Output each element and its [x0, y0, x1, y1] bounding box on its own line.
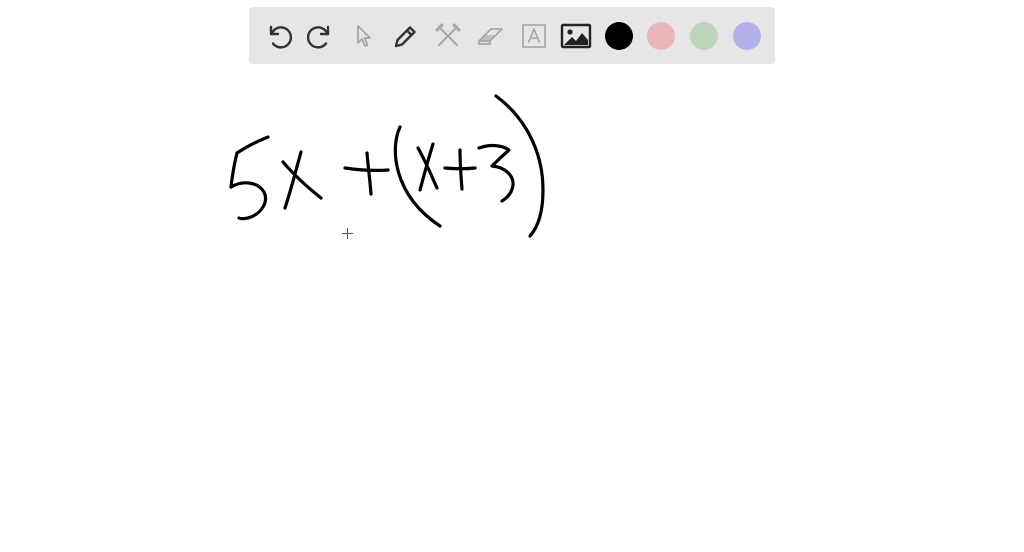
whiteboard-canvas[interactable] [0, 0, 1024, 552]
shapes-tools-icon [435, 23, 461, 46]
text-icon [521, 23, 546, 48]
handwritten-expression-icon [229, 94, 545, 238]
undo-icon [269, 25, 293, 49]
select-pointer-icon [357, 24, 372, 47]
crosshair-cursor-icon [342, 228, 353, 239]
pen-icon [394, 25, 416, 47]
drawing-toolbar [249, 7, 775, 64]
eraser-button[interactable] [471, 16, 511, 56]
image-icon [560, 23, 592, 48]
select-button[interactable] [343, 16, 383, 56]
color-green-swatch [689, 21, 718, 50]
eraser-icon [478, 27, 503, 45]
color-purple-button[interactable] [727, 16, 767, 56]
color-purple-swatch [732, 21, 761, 50]
color-black-swatch [604, 21, 633, 50]
text-button[interactable] [514, 16, 554, 56]
color-pink-swatch [647, 21, 676, 50]
redo-button[interactable] [301, 16, 341, 56]
image-button[interactable] [556, 16, 596, 56]
pen-button[interactable] [386, 16, 426, 56]
undo-button[interactable] [258, 16, 298, 56]
redo-icon [306, 25, 329, 49]
shapes-button[interactable] [428, 16, 468, 56]
color-pink-button[interactable] [641, 16, 681, 56]
color-green-button[interactable] [684, 16, 724, 56]
color-black-button[interactable] [599, 16, 639, 56]
